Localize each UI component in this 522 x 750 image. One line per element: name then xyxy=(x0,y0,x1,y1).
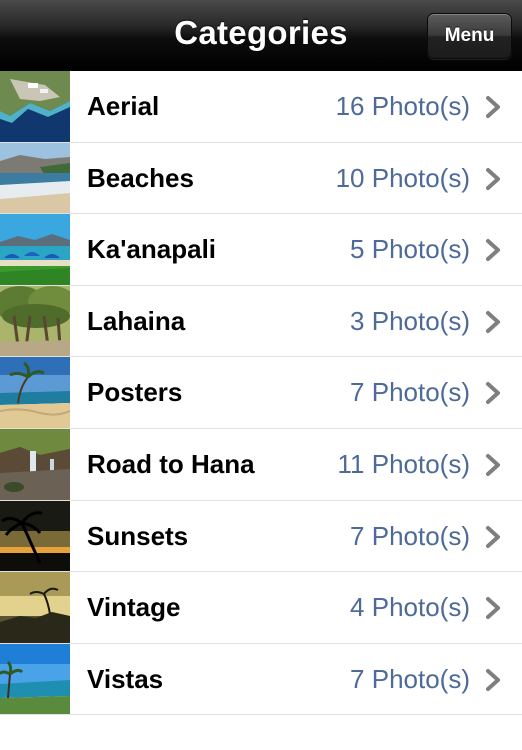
category-name: Road to Hana xyxy=(87,448,255,479)
waterfall-thumbnail xyxy=(0,428,70,500)
vintage-sunset-thumbnail xyxy=(0,572,70,643)
photo-count: 16 Photo(s) xyxy=(335,91,470,121)
photo-count: 5 Photo(s) xyxy=(350,234,470,265)
list-item-lahaina[interactable]: Lahaina 3 Photo(s) xyxy=(0,285,522,358)
beach-umbrellas-thumbnail xyxy=(0,214,70,285)
chevron-right-icon xyxy=(486,167,500,190)
list-item-kaanapali[interactable]: Ka'anapali 5 Photo(s) xyxy=(0,214,522,286)
palm-beach-thumbnail xyxy=(0,357,70,428)
category-name: Sunsets xyxy=(87,520,189,551)
aerial-coastline-thumbnail xyxy=(0,71,70,142)
photo-count: 7 Photo(s) xyxy=(350,520,470,551)
chevron-right-icon xyxy=(486,668,500,691)
category-name: Posters xyxy=(87,377,183,408)
photo-count: 7 Photo(s) xyxy=(350,663,470,694)
photo-count: 4 Photo(s) xyxy=(350,592,470,623)
category-name: Beaches xyxy=(87,162,194,193)
chevron-right-icon xyxy=(486,96,500,118)
menu-button[interactable]: Menu xyxy=(427,13,512,59)
chevron-right-icon xyxy=(486,382,500,405)
list-item-road-to-hana[interactable]: Road to Hana 11 Photo(s) xyxy=(0,428,522,501)
photo-count: 3 Photo(s) xyxy=(350,305,470,336)
category-name: Vintage xyxy=(87,592,181,623)
chevron-right-icon xyxy=(486,239,500,262)
category-list: Aerial 16 Photo(s) Beaches 10 Photo(s) K… xyxy=(0,71,522,750)
chevron-right-icon xyxy=(486,453,500,476)
list-item-aerial[interactable]: Aerial 16 Photo(s) xyxy=(0,71,522,143)
beach-shoreline-thumbnail xyxy=(0,142,70,214)
category-name: Vistas xyxy=(87,663,164,694)
chevron-right-icon xyxy=(486,525,500,548)
category-name: Ka'anapali xyxy=(87,234,217,265)
photo-count: 11 Photo(s) xyxy=(337,448,470,479)
list-item-posters[interactable]: Posters 7 Photo(s) xyxy=(0,357,522,429)
list-item-vintage[interactable]: Vintage 4 Photo(s) xyxy=(0,572,522,644)
navigation-bar: Categories Menu xyxy=(0,0,522,71)
list-item-beaches[interactable]: Beaches 10 Photo(s) xyxy=(0,142,522,215)
chevron-right-icon xyxy=(486,597,500,620)
banyan-tree-thumbnail xyxy=(0,285,70,357)
palm-sunset-thumbnail xyxy=(0,500,70,572)
empty-list-space xyxy=(0,715,522,750)
photo-count: 10 Photo(s) xyxy=(335,162,470,193)
coastal-vista-thumbnail xyxy=(0,643,70,715)
chevron-right-icon xyxy=(486,310,500,333)
photo-count: 7 Photo(s) xyxy=(350,377,470,408)
category-name: Aerial xyxy=(87,91,160,121)
list-item-vistas[interactable]: Vistas 7 Photo(s) xyxy=(0,643,522,716)
list-item-sunsets[interactable]: Sunsets 7 Photo(s) xyxy=(0,500,522,573)
category-name: Lahaina xyxy=(87,305,186,336)
